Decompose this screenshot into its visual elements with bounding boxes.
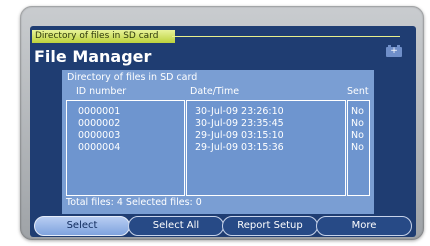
- column-header-datetime: Date/Time: [190, 86, 240, 97]
- row-2-datetime[interactable]: 30-Jul-09 23:35:45: [195, 118, 284, 130]
- title-tab: Directory of files in SD card: [32, 30, 175, 43]
- row-1-id[interactable]: 0000001: [78, 106, 120, 118]
- device-screen: Directory of files in SD card + File Man…: [30, 26, 416, 237]
- column-header-id: ID number: [76, 86, 127, 97]
- report-setup-button[interactable]: Report Setup: [222, 216, 318, 236]
- file-count-summary: Total files: 4 Selected files: 0: [66, 197, 202, 208]
- column-header-sent: Sent: [347, 86, 369, 97]
- page-title: File Manager: [34, 47, 152, 66]
- select-button[interactable]: Select: [34, 216, 130, 236]
- select-all-button[interactable]: Select All: [128, 216, 224, 236]
- row-1-datetime[interactable]: 30-Jul-09 23:26:10: [195, 106, 284, 118]
- battery-plus-symbol: +: [390, 46, 398, 56]
- row-2-id[interactable]: 0000002: [78, 118, 120, 130]
- file-directory-panel: Directory of files in SD card ID number …: [62, 70, 374, 214]
- row-3-datetime[interactable]: 29-Jul-09 03:15:10: [195, 130, 284, 142]
- softkey-bar: Select Select All Report Setup More: [30, 216, 416, 236]
- panel-title: Directory of files in SD card: [67, 72, 198, 83]
- row-4-sent[interactable]: No: [351, 142, 364, 154]
- battery-icon: +: [386, 45, 402, 57]
- row-4-datetime[interactable]: 29-Jul-09 03:15:36: [195, 142, 284, 154]
- row-1-sent[interactable]: No: [351, 106, 364, 118]
- row-4-id[interactable]: 0000004: [78, 142, 120, 154]
- row-2-sent[interactable]: No: [351, 118, 364, 130]
- row-3-id[interactable]: 0000003: [78, 130, 120, 142]
- row-3-sent[interactable]: No: [351, 130, 364, 142]
- more-button[interactable]: More: [316, 216, 412, 236]
- title-divider: [172, 36, 400, 37]
